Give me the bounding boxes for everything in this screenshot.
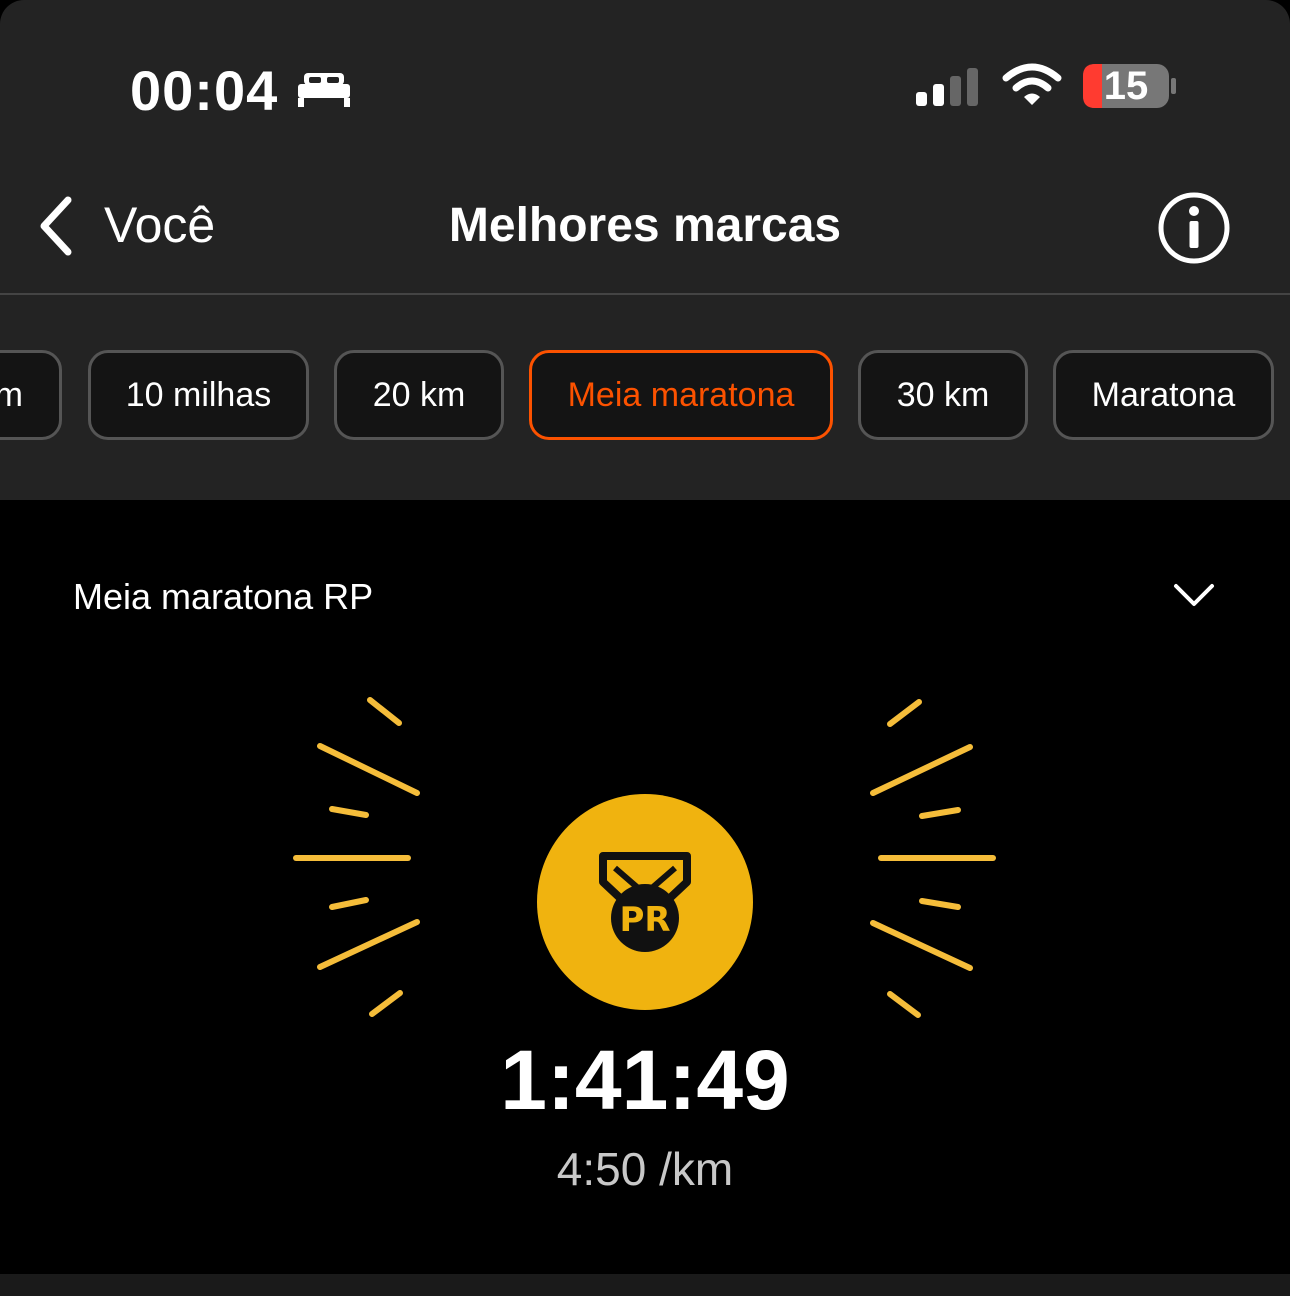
cellular-signal-icon: [916, 68, 978, 106]
record-time: 1:41:49: [500, 1033, 790, 1127]
page-title: Melhores marcas: [448, 199, 842, 252]
header-divider: [0, 293, 1290, 295]
header-area: 00:04 15 Você Melhores marcas m 10 milha…: [0, 0, 1290, 500]
chip-previous[interactable]: m: [0, 350, 62, 440]
next-section-edge: [0, 1274, 1290, 1296]
battery-level: 15: [1103, 64, 1149, 108]
info-icon[interactable]: [1156, 190, 1232, 266]
status-time: 00:04: [130, 59, 279, 122]
chip-30-km[interactable]: 30 km: [858, 350, 1028, 440]
record-pace: 4:50 /km: [556, 1143, 734, 1195]
record-section-label: Meia maratona RP: [73, 576, 374, 617]
pr-medal-badge: PR: [537, 794, 753, 1010]
chip-20-km[interactable]: 20 km: [334, 350, 504, 440]
distance-filter-bar: m 10 milhas 20 km Meia maratona 30 km Ma…: [0, 350, 1290, 446]
chip-meia-maratona[interactable]: Meia maratona: [529, 350, 833, 440]
medal-icon: PR: [599, 852, 691, 952]
wifi-icon: [1002, 63, 1062, 105]
chip-maratona[interactable]: Maratona: [1053, 350, 1274, 440]
bed-icon: [298, 73, 350, 107]
chevron-down-icon[interactable]: [1170, 580, 1218, 610]
svg-text:PR: PR: [619, 900, 670, 940]
chip-10-milhas[interactable]: 10 milhas: [88, 350, 309, 440]
